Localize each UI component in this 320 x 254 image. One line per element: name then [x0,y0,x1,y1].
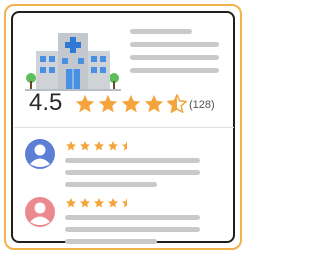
star-half-icon [122,198,127,208]
star-full-icon [98,94,118,113]
review-text-line [65,170,200,175]
star-full-icon [144,94,164,113]
star-full-icon [94,198,104,208]
star-full-icon [66,141,76,151]
review-text-line [65,239,157,244]
review-text-line [65,182,157,187]
user-avatar-icon [25,139,55,169]
place-info-line-3 [130,68,219,73]
place-info-line-2 [130,55,219,60]
review-text-line [65,158,200,163]
star-full-icon [108,141,118,151]
star-half-icon [167,94,187,113]
star-full-icon [66,198,76,208]
place-name-placeholder [130,29,192,34]
review-stars [65,197,133,209]
review-count: (128) [189,99,215,111]
review-text-line [65,215,200,220]
place-review-card: 4.5 (128) [11,11,235,244]
star-full-icon [94,141,104,151]
review-stars [65,140,133,152]
review-text-line [65,227,200,232]
star-full-icon [80,198,90,208]
star-full-icon [75,94,95,113]
user-avatar-icon [25,197,55,227]
star-half-icon [122,141,127,151]
rating-stars [74,93,188,115]
star-full-icon [121,94,141,113]
place-info-line-1 [130,42,219,47]
hospital-icon [25,33,121,91]
divider [14,127,234,128]
star-full-icon [108,198,118,208]
rating-value: 4.5 [29,89,63,116]
star-full-icon [80,141,90,151]
